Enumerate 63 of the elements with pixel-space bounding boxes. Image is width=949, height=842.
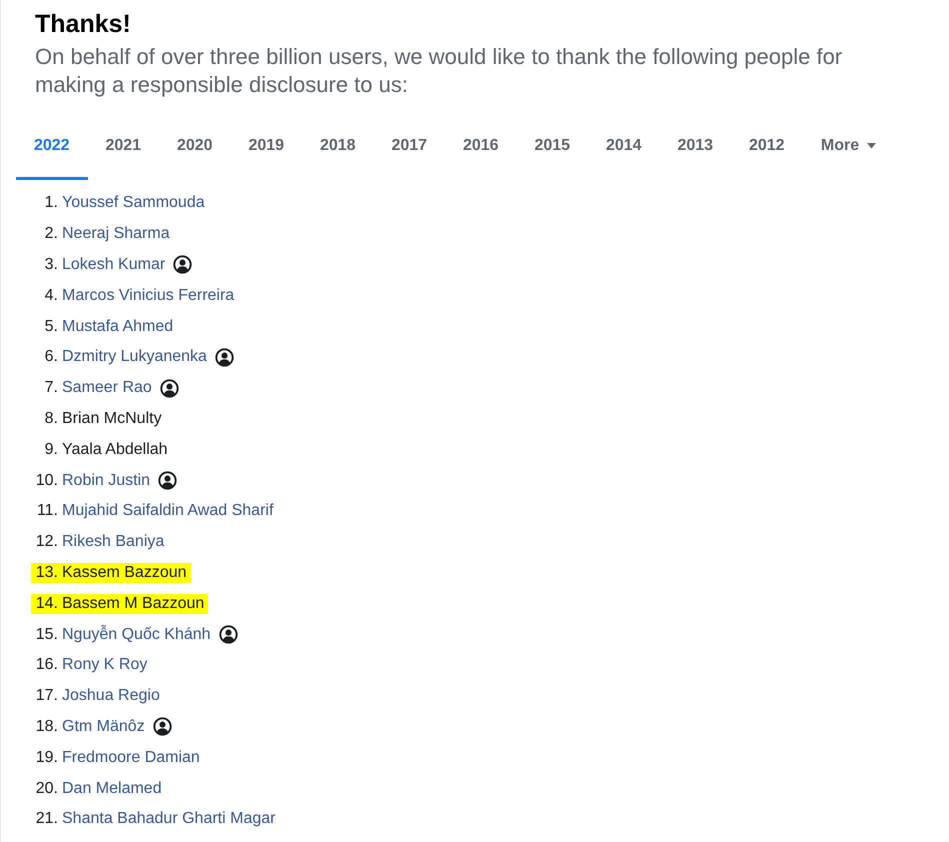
list-number: 14. [34,594,58,613]
list-number: 13. [34,564,58,582]
profile-icon[interactable] [152,717,172,736]
year-tab[interactable]: 2022 [16,119,88,180]
caret-icon [867,143,876,149]
list-number: 12. [34,533,58,552]
profile-icon[interactable] [160,378,179,398]
profile-icon[interactable] [173,255,192,274]
person-link[interactable]: Joshua Regio [62,687,160,706]
page-title: Thanks! [35,10,132,39]
list-number: 7. [44,379,58,398]
person-name: Yaala Abdellah [62,440,168,459]
list-number: 20. [34,780,58,798]
list-number: 3. [44,256,58,274]
year-tab[interactable]: 2019 [230,119,302,180]
intro-text: On behalf of over three billion users, we would like to thank the following people for making a responsible disclosure to us: [35,43,844,99]
list-number: 16. [34,656,58,674]
person-link[interactable]: Robin Justin [62,472,150,490]
person-link[interactable]: Dzmitry Lukyanenka [62,348,207,366]
year-tab[interactable]: 2014 [588,119,660,180]
list-number: 8. [44,410,58,428]
year-tab[interactable]: 2018 [302,119,374,180]
list-number: 10. [34,472,58,490]
list-number: 18. [34,718,58,736]
year-tab[interactable]: More [802,119,894,180]
person-link[interactable]: Fredmoore Damian [62,748,200,767]
list-number: 1. [44,194,58,212]
year-tab[interactable]: 2016 [445,119,516,180]
list-number: 4. [44,286,58,305]
year-tab[interactable]: 2017 [374,119,445,180]
person-link[interactable]: Lokesh Kumar [62,256,166,274]
list-number: 6. [44,348,58,366]
person-name: Bassem M Bazzoun [62,594,204,613]
list-number: 9. [44,440,58,459]
person-link[interactable]: Youssef Sammouda [62,194,205,212]
list-number: 11. [36,502,58,520]
list-number: 19. [34,748,58,767]
person-link[interactable]: Gtm Mänôz [62,718,145,736]
year-tab[interactable]: 2020 [159,119,230,180]
year-tab[interactable]: 2013 [660,119,731,180]
year-tab[interactable]: 2015 [516,119,588,180]
person-link[interactable]: Mujahid Saifaldin Awad Sharif [62,502,274,520]
profile-icon[interactable] [218,625,238,644]
person-name: Brian McNulty [62,410,162,428]
person-link[interactable]: Neeraj Sharma [62,225,170,244]
profile-icon[interactable] [158,471,178,490]
profile-icon[interactable] [214,348,234,367]
person-link[interactable]: Rikesh Baniya [62,533,164,552]
person-link[interactable]: Mustafa Ahmed [62,318,174,336]
list-number: 17. [34,687,58,706]
person-link[interactable]: Rony K Roy [62,656,148,674]
list-number: 21. [34,810,58,828]
list-number: 2. [44,225,58,244]
list-number: 5. [44,318,58,336]
year-tab[interactable]: 2012 [731,119,802,180]
list-number: 15. [34,626,58,644]
year-tab[interactable]: 2021 [88,119,159,180]
person-link[interactable]: Shanta Bahadur Gharti Magar [62,810,276,828]
person-link[interactable]: Marcos Vinicius Ferreira [62,286,234,305]
person-link[interactable]: Sameer Rao [62,379,152,398]
person-name: Kassem Bazzoun [62,564,187,582]
person-link[interactable]: Dan Melamed [62,780,162,798]
person-link[interactable]: Nguyễn Quốc Khánh [62,626,211,644]
